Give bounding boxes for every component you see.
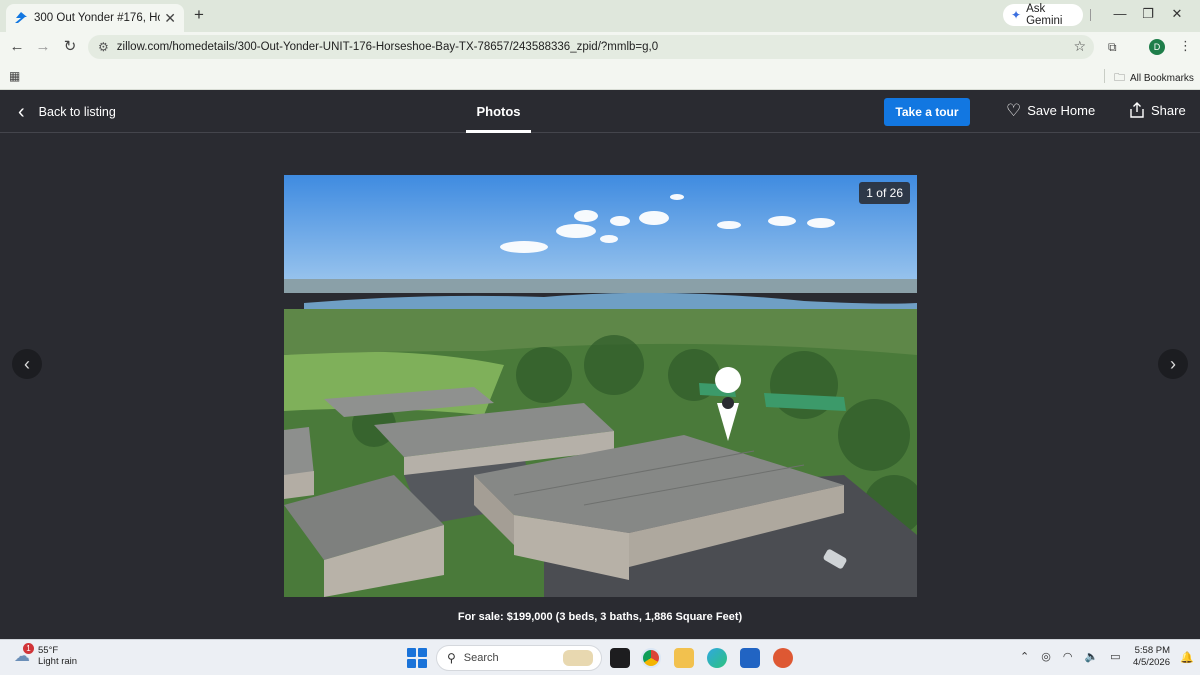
back-to-listing-label: Back to listing xyxy=(38,105,116,119)
take-a-tour-button[interactable]: Take a tour xyxy=(884,98,970,126)
search-icon: ⚲ xyxy=(447,651,456,665)
photo-header: ‹ Back to listing Photos Take a tour ♡ S… xyxy=(0,91,1200,133)
aerial-photo-illustration xyxy=(284,175,917,597)
url-text: zillow.com/homedetails/300-Out-Yonder-UN… xyxy=(116,41,659,53)
rain-cloud-icon: ☁ 1 xyxy=(14,643,34,666)
close-tab-icon[interactable]: ✕ xyxy=(164,10,176,27)
save-home-label: Save Home xyxy=(1027,103,1096,118)
search-placeholder: Search xyxy=(463,652,499,664)
start-button[interactable] xyxy=(407,648,427,668)
new-tab-button[interactable]: + xyxy=(190,6,208,24)
heart-icon: ♡ xyxy=(1006,101,1022,120)
clock[interactable]: 5:58 PM 4/5/2026 xyxy=(1128,645,1170,669)
restore-icon[interactable]: ❐ xyxy=(1139,6,1157,22)
wifi-icon[interactable]: ◠ xyxy=(1063,650,1073,663)
all-bookmarks-label: All Bookmarks xyxy=(1130,73,1194,84)
photo-caption: For sale: $199,000 (3 beds, 3 baths, 1,8… xyxy=(457,611,743,623)
divider xyxy=(1104,69,1105,83)
browser-toolbar: ← → ↻ ⚙ zillow.com/homedetails/300-Out-Y… xyxy=(0,32,1200,62)
profile-avatar[interactable]: D xyxy=(1149,39,1165,55)
taskbar: ☁ 1 55°F Light rain ⚲ Search ⌃ ◎ ◠ 🔈 ▭ 5… xyxy=(0,639,1200,675)
bookmarks-bar: ▦ 🗀 All Bookmarks xyxy=(0,62,1200,90)
save-home-button[interactable]: ♡ Save Home xyxy=(1006,102,1095,119)
chevron-up-icon[interactable]: ⌃ xyxy=(1020,650,1029,663)
chevron-left-icon: ‹ xyxy=(18,101,25,123)
network-status-icon[interactable]: ◎ xyxy=(1041,650,1051,663)
share-button[interactable]: Share xyxy=(1129,102,1186,118)
back-arrow-icon[interactable]: ← xyxy=(8,38,26,56)
weather-condition: Light rain xyxy=(38,656,78,667)
store-icon[interactable] xyxy=(740,648,760,668)
taskbar-search[interactable]: ⚲ Search xyxy=(436,645,602,671)
previous-photo-button[interactable]: ‹ xyxy=(12,349,42,379)
tab-title: 300 Out Yonder #176, Horseshoe xyxy=(34,12,160,24)
edge-icon[interactable] xyxy=(707,648,727,668)
weather-alert-badge: 1 xyxy=(23,643,34,654)
duckduckgo-icon[interactable] xyxy=(773,648,793,668)
weather-widget[interactable]: ☁ 1 55°F Light rain xyxy=(14,643,78,667)
lens-icon[interactable]: ⧉ xyxy=(1108,40,1117,55)
listing-photo: 1 of 26 xyxy=(284,175,917,597)
volume-icon[interactable]: 🔈 xyxy=(1084,650,1098,663)
ask-gemini-button[interactable]: ✦ Ask Gemini xyxy=(1003,3,1083,27)
all-bookmarks-button[interactable]: 🗀 All Bookmarks xyxy=(1114,69,1194,88)
site-settings-icon[interactable]: ⚙ xyxy=(98,40,109,54)
back-to-listing-link[interactable]: ‹ Back to listing xyxy=(18,102,116,122)
photo-counter: 1 of 26 xyxy=(859,182,910,204)
divider xyxy=(1090,9,1091,21)
clock-time: 5:58 PM xyxy=(1134,645,1170,656)
folder-icon: 🗀 xyxy=(1114,72,1125,84)
bookmark-star-icon[interactable]: ☆ xyxy=(1073,38,1086,55)
apps-grid-icon[interactable]: ▦ xyxy=(9,69,20,83)
search-highlight-icon xyxy=(563,650,593,666)
photo-viewer: ‹ › 1 of 26 For sale: $199,000 (3 beds, … xyxy=(0,134,1200,639)
zillow-favicon-icon xyxy=(15,12,27,23)
tab-photos[interactable]: Photos xyxy=(466,91,531,133)
share-icon xyxy=(1130,102,1144,118)
share-label: Share xyxy=(1151,102,1186,118)
chrome-icon[interactable] xyxy=(641,648,661,668)
minimize-icon[interactable]: — xyxy=(1111,6,1129,21)
clock-date: 4/5/2026 xyxy=(1133,657,1170,668)
browser-tab-strip: 300 Out Yonder #176, Horseshoe ✕ + ✦ Ask… xyxy=(0,0,1200,32)
notifications-icon[interactable]: 🔔 xyxy=(1180,651,1194,664)
next-photo-button[interactable]: › xyxy=(1158,349,1188,379)
menu-icon[interactable]: ⋮ xyxy=(1179,38,1192,54)
reload-icon[interactable]: ↻ xyxy=(61,38,79,56)
temperature: 55°F xyxy=(38,645,59,656)
browser-tab[interactable]: 300 Out Yonder #176, Horseshoe ✕ xyxy=(6,4,184,32)
forward-arrow-icon[interactable]: → xyxy=(34,38,52,56)
task-view-icon[interactable] xyxy=(610,648,630,668)
system-tray: ⌃ ◎ ◠ 🔈 ▭ xyxy=(1020,650,1121,663)
gemini-sparkle-icon: ✦ xyxy=(1011,8,1022,22)
file-explorer-icon[interactable] xyxy=(674,648,694,668)
address-bar[interactable]: ⚙ zillow.com/homedetails/300-Out-Yonder-… xyxy=(88,35,1094,59)
ask-gemini-label: Ask Gemini xyxy=(1026,3,1063,27)
close-window-icon[interactable]: ✕ xyxy=(1168,6,1186,22)
battery-icon[interactable]: ▭ xyxy=(1110,650,1120,663)
